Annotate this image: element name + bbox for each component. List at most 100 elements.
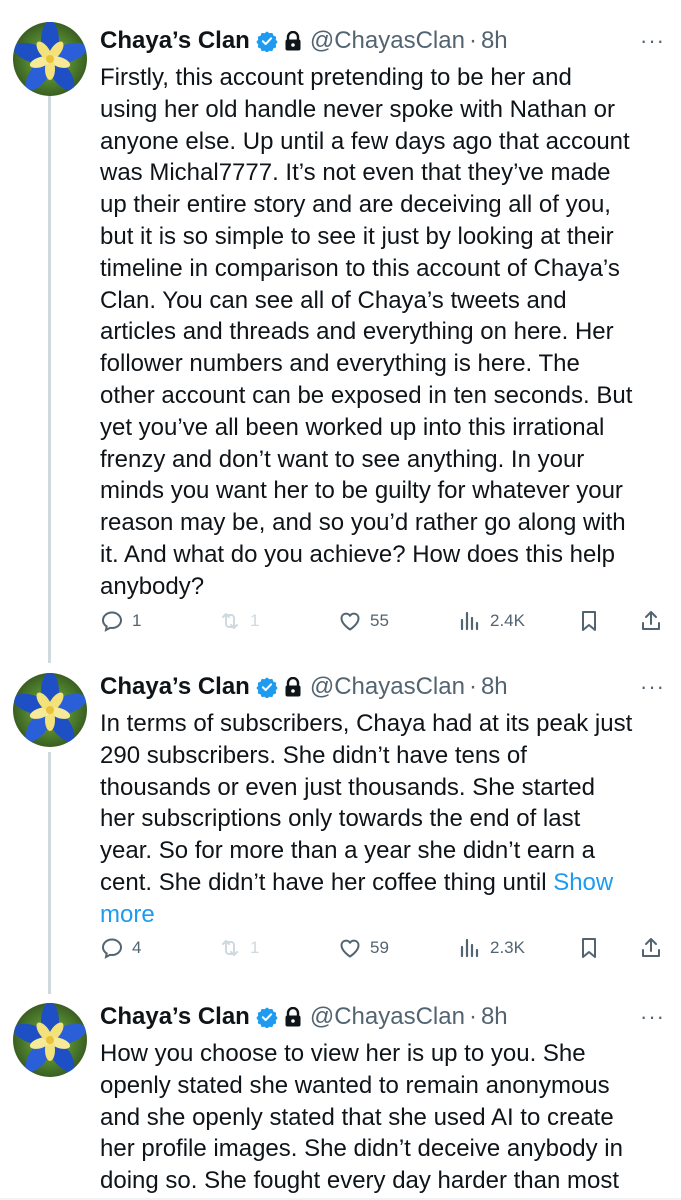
text-line: thousands or even just thousands. She st… (100, 773, 595, 801)
text-line: up their entire story and are deceiving … (100, 191, 611, 219)
tweet-header: Chaya’s Clan @ChayasClan · 8h (100, 22, 508, 60)
like-icon (340, 939, 360, 958)
share-button[interactable] (639, 936, 663, 960)
text-line: but it is so simple to see it just by lo… (100, 222, 614, 250)
verified-badge-icon (256, 31, 278, 52)
tweet[interactable]: Chaya’s Clan @ChayasClan · 8h ··· Firstl… (0, 22, 681, 662)
tweet[interactable]: Chaya’s Clan @ChayasClan · 8h ··· How yo… (0, 998, 681, 1200)
handle[interactable]: @ChayasClan (310, 27, 465, 55)
show-more-link[interactable]: more (100, 901, 155, 928)
flower-avatar-icon (13, 1003, 87, 1077)
flower-avatar-icon (13, 673, 87, 747)
text-line: using her old handle never spoke with Na… (100, 95, 615, 123)
repost-count: 1 (250, 611, 260, 630)
reply-icon (101, 611, 123, 632)
repost-count: 1 (250, 938, 260, 957)
repost-icon (222, 613, 238, 629)
display-name[interactable]: Chaya’s Clan (100, 27, 250, 55)
lock-icon (285, 1007, 301, 1027)
more-icon[interactable]: ··· (640, 1004, 665, 1030)
like-icon (340, 612, 360, 631)
text-line: anybody? (100, 572, 205, 600)
timestamp[interactable]: 8h (481, 673, 508, 701)
show-more-link[interactable]: Show (553, 869, 613, 896)
text-line: timeline in comparison to this account o… (100, 254, 620, 282)
repost-button[interactable]: 1 (218, 936, 259, 960)
bookmark-button[interactable] (577, 609, 601, 633)
reply-count: 1 (132, 611, 142, 630)
avatar[interactable] (13, 22, 87, 96)
bookmark-icon (582, 611, 596, 631)
text-line: yet you’ve all been worked up into this … (100, 413, 605, 441)
text-line: more (100, 899, 660, 931)
text-line: How you choose to view her is up to you.… (100, 1040, 586, 1067)
separator: · (468, 673, 477, 700)
share-icon (642, 938, 660, 957)
share-button[interactable] (639, 609, 663, 633)
text-line: was Michal7777. It’s not even that they’… (100, 159, 611, 187)
tweet-header: Chaya’s Clan @ChayasClan · 8h (100, 668, 508, 706)
views-count: 2.4K (490, 611, 525, 630)
text-fragment: cent. She didn’t have her coffee thing u… (100, 868, 547, 896)
text-line: cent. She didn’t have her coffee thing u… (100, 867, 660, 899)
reply-count: 4 (132, 938, 142, 957)
flower-avatar-icon (13, 22, 87, 96)
text-line: anyone else. Up until a few days ago tha… (100, 127, 630, 155)
text-line: In terms of subscribers, Chaya had at it… (100, 710, 633, 737)
verified-badge-icon (256, 1007, 278, 1028)
text-line: minds you want her to be guilty for what… (100, 477, 623, 505)
like-button[interactable]: 59 (338, 936, 389, 960)
verified-badge-icon (256, 677, 278, 698)
share-icon (642, 611, 660, 630)
views-button[interactable]: 2.4K (458, 609, 525, 633)
text-line: reason may be, and so you’d rather go al… (100, 509, 626, 537)
text-line: Firstly, this account pretending to be h… (100, 64, 572, 91)
tweet-text: Firstly, this account pretending to be h… (100, 62, 660, 603)
avatar[interactable] (13, 673, 87, 747)
tweet-text: How you choose to view her is up to you.… (100, 1038, 660, 1197)
text-line: follower numbers and everything is here.… (100, 350, 580, 378)
reply-button[interactable]: 1 (100, 609, 141, 633)
bookmark-button[interactable] (577, 936, 601, 960)
more-icon[interactable]: ··· (640, 28, 665, 54)
text-line: year. So for more than a year she didn’t… (100, 837, 595, 865)
more-icon[interactable]: ··· (640, 674, 665, 700)
action-bar: 4 1 59 2.3K (100, 936, 670, 966)
views-button[interactable]: 2.3K (458, 936, 525, 960)
avatar[interactable] (13, 1003, 87, 1077)
text-line: openly stated she wanted to remain anony… (100, 1071, 610, 1099)
reply-button[interactable]: 4 (100, 936, 141, 960)
separator: · (468, 1003, 477, 1030)
timestamp[interactable]: 8h (481, 1003, 508, 1031)
bookmark-icon (582, 938, 596, 958)
action-bar: 1 1 55 2.4K (100, 609, 670, 639)
text-line: other account can be exposed in ten seco… (100, 381, 633, 409)
text-line: it. And what do you achieve? How does th… (100, 540, 615, 568)
text-line: articles and threads and everything on h… (100, 318, 614, 346)
separator: · (468, 27, 477, 54)
tweet[interactable]: Chaya’s Clan @ChayasClan · 8h ··· In ter… (0, 668, 681, 988)
views-icon (460, 611, 479, 631)
tweet-text: In terms of subscribers, Chaya had at it… (100, 708, 660, 931)
tweet-header: Chaya’s Clan @ChayasClan · 8h (100, 998, 508, 1036)
lock-icon (285, 677, 301, 697)
lock-icon (285, 31, 301, 51)
like-count: 55 (370, 611, 389, 630)
text-line: her subscriptions only towards the end o… (100, 805, 581, 833)
reply-icon (101, 938, 123, 959)
text-line: frenzy and don’t want to see anything. I… (100, 445, 585, 473)
handle[interactable]: @ChayasClan (310, 1003, 465, 1031)
display-name[interactable]: Chaya’s Clan (100, 1003, 250, 1031)
display-name[interactable]: Chaya’s Clan (100, 673, 250, 701)
text-line: her profile images. She didn’t deceive a… (100, 1135, 623, 1163)
like-button[interactable]: 55 (338, 609, 389, 633)
text-line: and she openly stated that she used AI t… (100, 1103, 614, 1131)
handle[interactable]: @ChayasClan (310, 673, 465, 701)
text-line: doing so. She fought every day harder th… (100, 1167, 619, 1195)
timestamp[interactable]: 8h (481, 27, 508, 55)
repost-button[interactable]: 1 (218, 609, 259, 633)
views-icon (460, 938, 479, 958)
like-count: 59 (370, 938, 389, 957)
text-line: 290 subscribers. She didn’t have tens of (100, 741, 527, 769)
views-count: 2.3K (490, 938, 525, 957)
